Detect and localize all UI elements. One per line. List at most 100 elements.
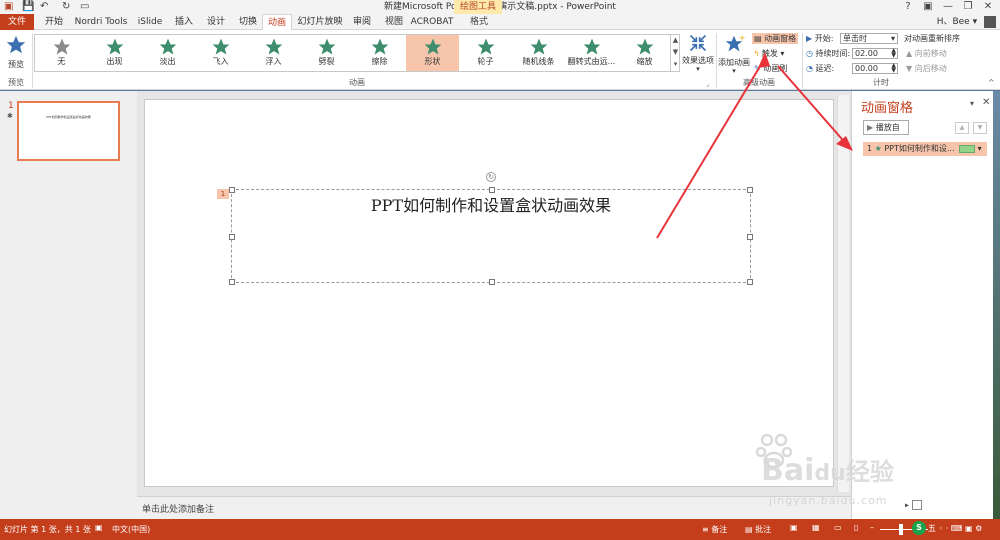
animation-option[interactable]: 浮入 bbox=[247, 35, 300, 71]
animation-option[interactable]: 无 bbox=[35, 35, 88, 71]
pane-options-icon[interactable]: ▾ bbox=[970, 99, 974, 108]
gallery-down-icon[interactable]: ▼ bbox=[671, 46, 680, 58]
user-dropdown-icon: ▾ bbox=[972, 17, 978, 27]
animation-dialog-launcher-icon[interactable]: ⌟ bbox=[706, 80, 709, 88]
gallery-scroll[interactable]: ▲ ▼ ▾ bbox=[670, 34, 680, 72]
start-dropdown-icon: ▾ bbox=[890, 34, 895, 43]
animation-option[interactable]: 飞入 bbox=[194, 35, 247, 71]
tab-nordri-tools[interactable]: Nordri Tools bbox=[72, 14, 130, 30]
animation-option[interactable]: 出现 bbox=[88, 35, 141, 71]
resize-handle[interactable] bbox=[229, 187, 235, 193]
move-down-button[interactable]: ▼ bbox=[973, 122, 987, 134]
user-account[interactable]: H、Bee ▾ bbox=[937, 14, 996, 30]
animation-tag[interactable]: 1 bbox=[217, 189, 229, 199]
start-select[interactable]: 单击时 ▾ bbox=[840, 33, 898, 44]
tab-review[interactable]: 审阅 bbox=[348, 14, 376, 30]
notes-toggle[interactable]: ≡ 备注 bbox=[702, 524, 727, 535]
move-earlier-button[interactable]: ▲ 向前移动 bbox=[906, 48, 947, 59]
delay-spinner-icon[interactable]: ▲ ▼ bbox=[891, 63, 896, 74]
effect-options-button[interactable]: 效果选项 ▾ bbox=[681, 33, 715, 75]
lightning-icon: ϟ bbox=[754, 49, 760, 58]
watermark-text-jingyan: 经验 bbox=[845, 458, 894, 486]
resize-handle[interactable] bbox=[229, 234, 235, 240]
comments-toggle[interactable]: ▤ 批注 bbox=[745, 524, 771, 535]
animation-option[interactable]: 翻转式由远... bbox=[565, 35, 618, 71]
slide-sorter-icon[interactable]: ▦ bbox=[812, 523, 820, 532]
animation-star-icon bbox=[583, 38, 600, 55]
preview-button[interactable]: 预览 bbox=[2, 34, 30, 74]
notes-placeholder[interactable]: 单击此处添加备注 bbox=[142, 502, 214, 515]
animation-option-label: 擦除 bbox=[371, 57, 388, 66]
slide-edit-area: 1 ↻ PPT如何制作和设置盒状动画效果 bbox=[137, 91, 851, 496]
tab-islide[interactable]: iSlide bbox=[134, 14, 166, 30]
animation-option[interactable]: 缩放 bbox=[618, 35, 671, 71]
delay-input[interactable]: 00.00 ▲ ▼ bbox=[852, 63, 898, 74]
resize-handle[interactable] bbox=[747, 187, 753, 193]
ime-toolbar-icons[interactable]: 五 ◦ · ⌨ ▣ ⚙ bbox=[928, 523, 982, 534]
notes-pane[interactable]: 单击此处添加备注 bbox=[137, 496, 851, 519]
resize-handle[interactable] bbox=[489, 187, 495, 193]
reading-view-icon[interactable]: ▭ bbox=[834, 523, 842, 532]
animation-option[interactable]: 劈裂 bbox=[300, 35, 353, 71]
animation-star-icon bbox=[424, 38, 441, 55]
animation-pane-button[interactable]: ▤ 动画窗格 bbox=[752, 33, 799, 44]
slide-canvas[interactable]: 1 ↻ PPT如何制作和设置盒状动画效果 bbox=[144, 99, 834, 487]
tab-animations[interactable]: 动画 bbox=[262, 14, 292, 31]
slideshow-view-icon[interactable]: ▯ bbox=[854, 523, 858, 532]
tab-view[interactable]: 视图 bbox=[380, 14, 408, 30]
notes-scroll-controls[interactable]: ▸ bbox=[905, 500, 985, 515]
zoom-slider-thumb[interactable] bbox=[899, 524, 903, 535]
gallery-more-icon[interactable]: ▾ bbox=[671, 58, 680, 70]
tab-home[interactable]: 开始 bbox=[40, 14, 68, 30]
animation-item-dropdown-icon[interactable]: ▾ bbox=[978, 144, 982, 153]
duration-spinner-icon[interactable]: ▲ ▼ bbox=[891, 48, 896, 59]
input-method-icon[interactable]: S bbox=[912, 521, 926, 535]
language-status[interactable]: 中文(中国) bbox=[112, 524, 150, 535]
normal-view-icon[interactable]: ▣ bbox=[790, 523, 798, 532]
resize-handle[interactable] bbox=[747, 234, 753, 240]
animation-option[interactable]: 擦除 bbox=[353, 35, 406, 71]
resize-handle[interactable] bbox=[489, 279, 495, 285]
scroll-thumb[interactable] bbox=[911, 500, 922, 510]
delay-clock-icon: ◔ bbox=[806, 64, 813, 73]
animation-option[interactable]: 随机线条 bbox=[512, 35, 565, 71]
resize-handle[interactable] bbox=[229, 279, 235, 285]
minimize-button[interactable]: — bbox=[940, 0, 956, 14]
tab-slideshow[interactable]: 幻灯片放映 bbox=[296, 14, 344, 30]
watermark-logo: Baidu经验 bbox=[761, 452, 894, 488]
resize-handle[interactable] bbox=[747, 279, 753, 285]
move-later-button[interactable]: ▼ 向后移动 bbox=[906, 63, 947, 74]
gallery-up-icon[interactable]: ▲ bbox=[671, 34, 680, 46]
contextual-tab-drawing-tools: 绘图工具 bbox=[454, 0, 502, 14]
title-textbox[interactable]: PPT如何制作和设置盒状动画效果 bbox=[229, 187, 753, 285]
restore-button[interactable]: ❐ bbox=[960, 0, 976, 14]
pane-close-icon[interactable]: ✕ bbox=[982, 97, 990, 108]
add-animation-button[interactable]: + 添加动画 ▾ bbox=[717, 32, 751, 77]
tab-file[interactable]: 文件 bbox=[0, 14, 34, 30]
zoom-out-icon[interactable]: – bbox=[870, 523, 874, 532]
slide-title[interactable]: PPT如何制作和设置盒状动画效果 bbox=[232, 192, 750, 216]
play-from-button[interactable]: ▶ 播放自 bbox=[863, 120, 909, 135]
ribbon-display-icon[interactable]: ▣ bbox=[920, 0, 936, 14]
tab-design[interactable]: 设计 bbox=[202, 14, 230, 30]
animation-option[interactable]: 轮子 bbox=[459, 35, 512, 71]
rotate-handle-icon[interactable]: ↻ bbox=[486, 172, 496, 182]
animation-option[interactable]: 淡出 bbox=[141, 35, 194, 71]
animation-option[interactable]: 形状 bbox=[406, 35, 459, 71]
add-animation-dropdown-icon: ▾ bbox=[732, 67, 736, 75]
spellcheck-icon[interactable]: ▣ bbox=[95, 523, 103, 532]
animation-painter-button[interactable]: ✎ 动画刷 bbox=[754, 63, 787, 74]
close-button[interactable]: ✕ bbox=[980, 0, 996, 14]
animation-list-item[interactable]: 1 ★ PPT如何制作和设... ▾ bbox=[863, 142, 987, 156]
trigger-button[interactable]: ϟ 触发 ▾ bbox=[754, 48, 784, 59]
help-button[interactable]: ? bbox=[900, 0, 916, 14]
tab-format[interactable]: 格式 bbox=[460, 14, 498, 30]
slide-thumbnail[interactable]: PPT如何制作和设置盒状动画效果 bbox=[17, 101, 120, 161]
animation-star-icon bbox=[159, 38, 176, 55]
tab-transitions[interactable]: 切换 bbox=[234, 14, 262, 30]
tab-acrobat[interactable]: ACROBAT bbox=[410, 14, 454, 30]
move-up-button[interactable]: ▲ bbox=[955, 122, 969, 134]
tab-insert[interactable]: 插入 bbox=[170, 14, 198, 30]
duration-input[interactable]: 02.00 ▲ ▼ bbox=[852, 48, 898, 59]
collapse-ribbon-icon[interactable]: ^ bbox=[988, 78, 995, 87]
